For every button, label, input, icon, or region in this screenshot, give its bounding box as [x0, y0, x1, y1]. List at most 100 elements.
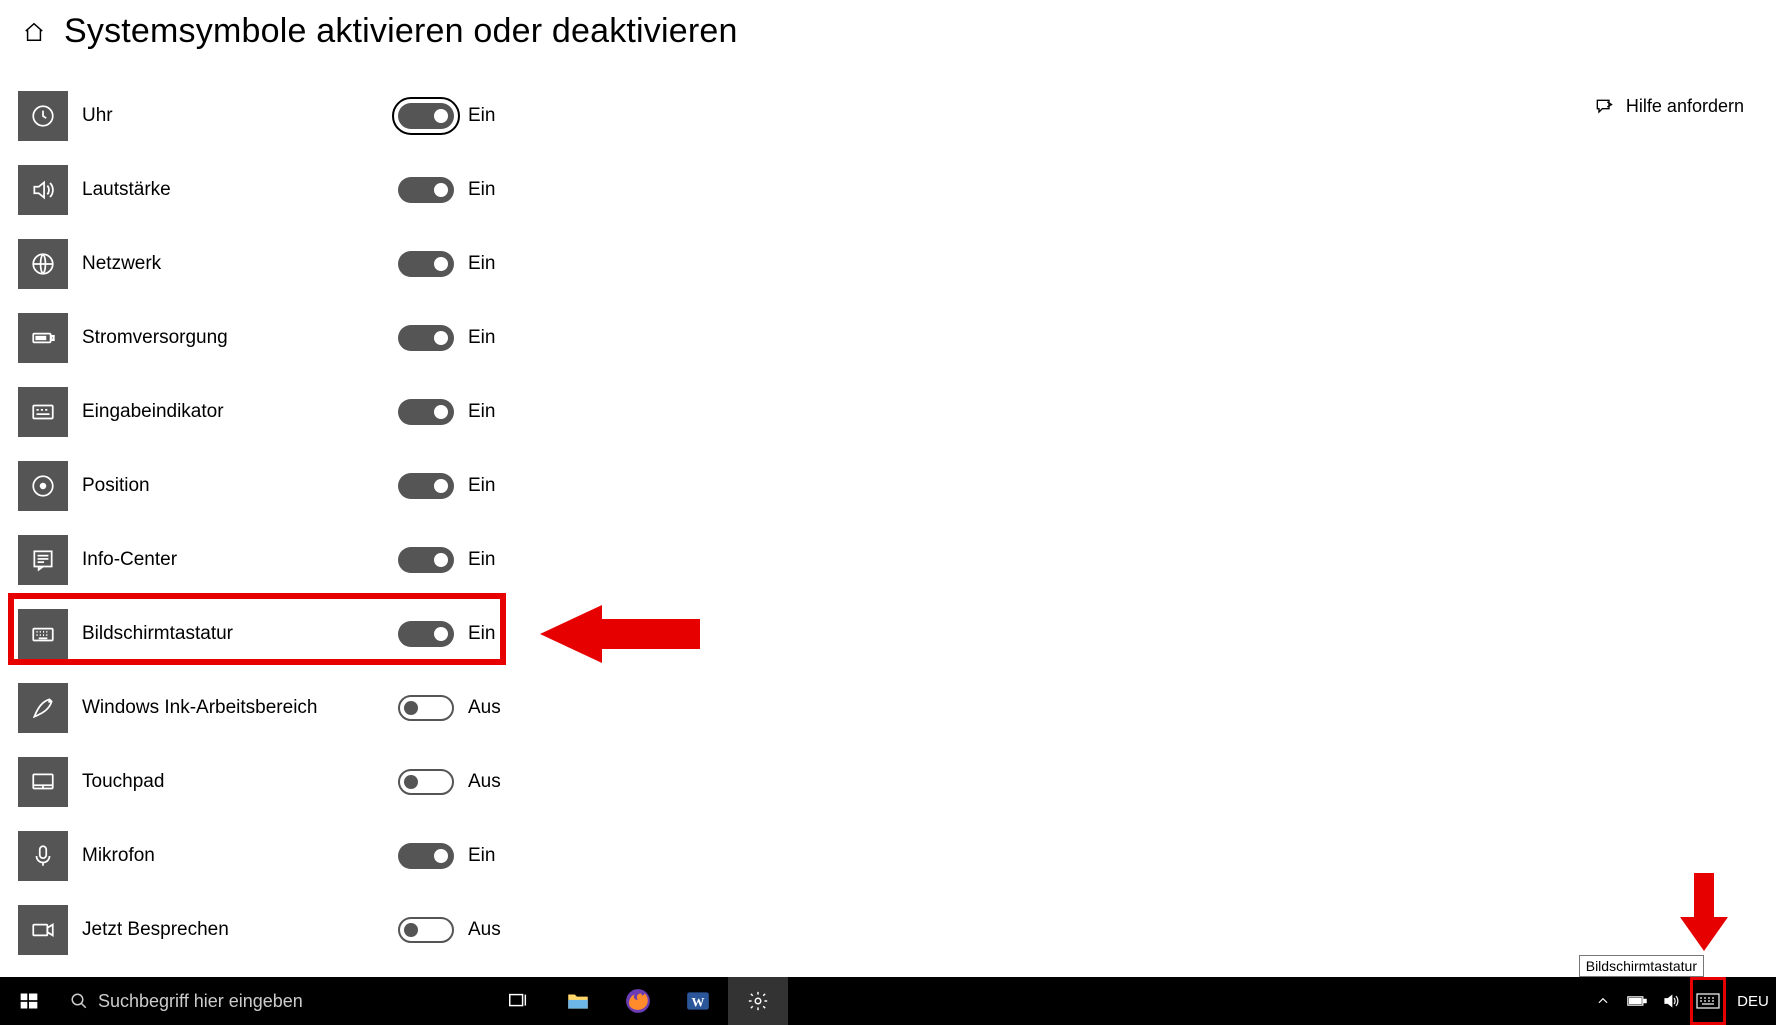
keyboard-icon: [30, 621, 56, 647]
location-icon: [30, 473, 56, 499]
info-icon: [30, 547, 56, 573]
settings-taskbar-button[interactable]: [728, 977, 788, 1025]
toggle-state-label: Ein: [468, 105, 495, 127]
setting-row: BildschirmtastaturEin: [18, 597, 1758, 671]
toggle-switch[interactable]: [398, 103, 454, 129]
windows-icon: [19, 991, 39, 1011]
toggle-switch[interactable]: [398, 843, 454, 869]
clock-icon-box: [18, 91, 68, 141]
search-icon: [70, 992, 88, 1010]
toggle-knob: [434, 405, 448, 419]
toggle-switch[interactable]: [398, 399, 454, 425]
taskbar-apps: W: [488, 977, 788, 1025]
setting-row: Netzwerk Ein: [18, 227, 1758, 301]
toggle-switch[interactable]: [398, 547, 454, 573]
meet-icon: [30, 917, 56, 943]
setting-row: Windows Ink-ArbeitsbereichAus: [18, 671, 1758, 745]
annotation-arrow-down: [1680, 873, 1728, 951]
power-icon: [30, 325, 56, 351]
tray-keyboard-tooltip: Bildschirmtastatur: [1579, 955, 1704, 977]
toggle-state-label: Aus: [468, 919, 501, 941]
network-icon: [30, 251, 56, 277]
word-icon: W: [685, 988, 711, 1014]
ink-icon-box: [18, 683, 68, 733]
network-icon-box: [18, 239, 68, 289]
tray-touch-keyboard[interactable]: [1690, 977, 1726, 1025]
toggle-knob: [434, 479, 448, 493]
system-tray: DEU: [1588, 977, 1776, 1025]
taskbar-search[interactable]: Suchbegriff hier eingeben: [58, 977, 488, 1025]
ink-icon: [30, 695, 56, 721]
folder-icon: [565, 988, 591, 1014]
chevron-up-icon: [1596, 994, 1610, 1008]
toggle-switch[interactable]: [398, 621, 454, 647]
home-button[interactable]: [18, 16, 50, 48]
tray-battery[interactable]: [1622, 977, 1652, 1025]
taskbar: Suchbegriff hier eingeben W DEU: [0, 977, 1776, 1025]
setting-label: Mikrofon: [82, 845, 342, 867]
volume-tray-icon: [1662, 992, 1680, 1010]
search-placeholder: Suchbegriff hier eingeben: [98, 991, 303, 1012]
toggle-wrap: Ein: [398, 251, 495, 277]
toggle-knob: [434, 553, 448, 567]
task-view-icon: [507, 990, 529, 1012]
settings-list: UhrEinLautstärkeEinNetzwerkEinStromverso…: [0, 61, 1776, 967]
toggle-wrap: Ein: [398, 325, 495, 351]
setting-label: Netzwerk: [82, 253, 342, 275]
toggle-state-label: Ein: [468, 475, 495, 497]
toggle-switch[interactable]: [398, 473, 454, 499]
task-view-button[interactable]: [488, 977, 548, 1025]
toggle-switch[interactable]: [398, 325, 454, 351]
clock-icon: [30, 103, 56, 129]
setting-row: Mikrofon Ein: [18, 819, 1758, 893]
toggle-switch[interactable]: [398, 917, 454, 943]
toggle-wrap: Ein: [398, 177, 495, 203]
file-explorer-button[interactable]: [548, 977, 608, 1025]
volume-icon-box: [18, 165, 68, 215]
toggle-switch[interactable]: [398, 695, 454, 721]
svg-text:W: W: [692, 994, 705, 1009]
toggle-wrap: Ein: [398, 103, 495, 129]
info-icon-box: [18, 535, 68, 585]
toggle-state-label: Aus: [468, 771, 501, 793]
setting-label: Bildschirmtastatur: [82, 623, 342, 645]
setting-label: Touchpad: [82, 771, 342, 793]
setting-row: Eingabeindikator Ein: [18, 375, 1758, 449]
tray-volume[interactable]: [1656, 977, 1686, 1025]
setting-row: StromversorgungEin: [18, 301, 1758, 375]
toggle-wrap: Aus: [398, 917, 501, 943]
keyboard-icon-box: [18, 609, 68, 659]
toggle-state-label: Ein: [468, 401, 495, 423]
mic-icon-box: [18, 831, 68, 881]
toggle-knob: [434, 331, 448, 345]
toggle-state-label: Ein: [468, 845, 495, 867]
toggle-switch[interactable]: [398, 177, 454, 203]
setting-row: Info-CenterEin: [18, 523, 1758, 597]
page-title: Systemsymbole aktivieren oder deaktivier…: [64, 12, 738, 51]
toggle-state-label: Aus: [468, 697, 501, 719]
toggle-switch[interactable]: [398, 769, 454, 795]
toggle-knob: [404, 775, 418, 789]
mic-icon: [30, 843, 56, 869]
setting-label: Position: [82, 475, 342, 497]
toggle-knob: [404, 701, 418, 715]
word-button[interactable]: W: [668, 977, 728, 1025]
location-icon-box: [18, 461, 68, 511]
tray-overflow-button[interactable]: [1588, 977, 1618, 1025]
setting-label: Eingabeindikator: [82, 401, 342, 423]
power-icon-box: [18, 313, 68, 363]
setting-label: Lautstärke: [82, 179, 342, 201]
toggle-state-label: Ein: [468, 327, 495, 349]
firefox-button[interactable]: [608, 977, 668, 1025]
toggle-switch[interactable]: [398, 251, 454, 277]
setting-row: Lautstärke Ein: [18, 153, 1758, 227]
toggle-knob: [434, 849, 448, 863]
home-icon: [23, 21, 45, 43]
setting-row: UhrEin: [18, 79, 1758, 153]
gear-icon: [747, 990, 769, 1012]
start-button[interactable]: [0, 977, 58, 1025]
ime-icon-box: [18, 387, 68, 437]
toggle-state-label: Ein: [468, 253, 495, 275]
touchpad-icon: [30, 769, 56, 795]
tray-language[interactable]: DEU: [1730, 993, 1776, 1010]
